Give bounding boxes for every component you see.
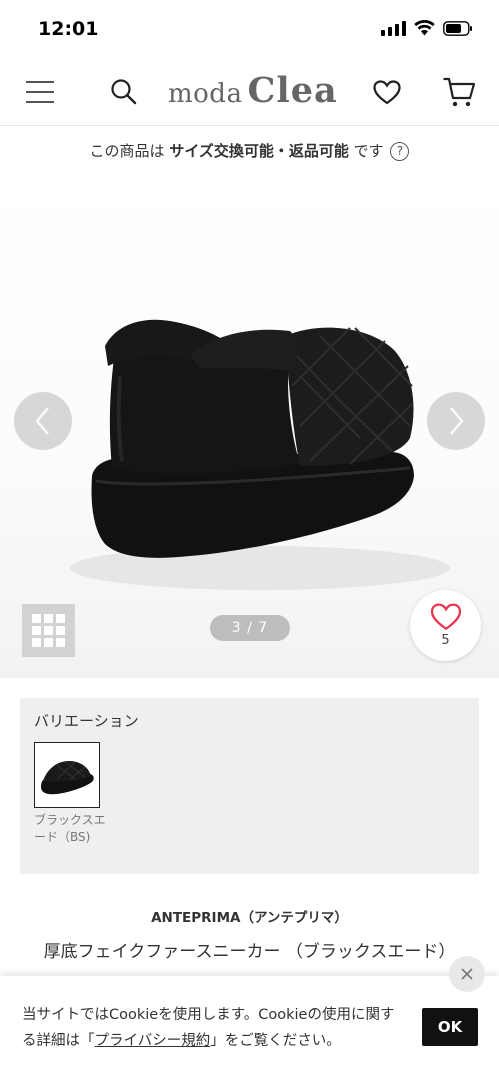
favorite-count: 5 — [441, 633, 450, 648]
signal-icon — [381, 20, 406, 36]
variation-panel: バリエーション ブラックスエード（BS) — [20, 698, 479, 874]
product-image-gallery[interactable]: 3 / 7 5 — [0, 176, 499, 678]
notice-suffix: です — [353, 142, 384, 160]
product-title: 厚底フェイクファースニーカー （ブラックスエード） — [43, 942, 456, 962]
prev-image-button[interactable] — [14, 392, 72, 450]
cart-icon — [443, 77, 476, 107]
cookie-ok-button[interactable]: OK — [422, 1008, 478, 1046]
heart-icon — [373, 79, 401, 104]
search-button[interactable] — [104, 58, 144, 126]
variation-thumbnail[interactable] — [34, 742, 100, 808]
product-page: 12:01 moda Clea この商品は サイズ交換可能・返品可能 です ? … — [0, 0, 499, 1080]
brand-name[interactable]: ANTEPRIMA（アンテプリマ） — [0, 906, 499, 926]
site-logo[interactable]: moda Clea — [168, 70, 338, 111]
hamburger-menu-icon — [26, 81, 54, 103]
battery-icon — [443, 20, 472, 36]
status-bar: 12:01 — [0, 0, 499, 58]
variation-title: バリエーション — [34, 712, 139, 730]
chevron-right-icon — [450, 407, 464, 435]
logo-text-moda: moda — [168, 79, 243, 109]
logo-text-clea: Clea — [247, 70, 338, 111]
heart-outline-icon — [430, 603, 461, 631]
notice-prefix: この商品は — [89, 142, 165, 160]
variation-thumbnail-image — [41, 761, 94, 795]
notice-highlight: サイズ交換可能・返品可能 — [169, 142, 349, 160]
privacy-policy-link[interactable]: プライバシー規約 — [95, 1033, 211, 1049]
search-icon — [111, 79, 137, 105]
cookie-text-after: 」をご覧ください。 — [210, 1033, 341, 1049]
site-header: moda Clea — [0, 58, 499, 126]
grid-view-button[interactable] — [22, 604, 75, 657]
menu-button[interactable] — [20, 58, 60, 126]
variation-label[interactable]: ブラックスエード（BS) — [34, 812, 106, 846]
status-time: 12:01 — [38, 18, 99, 40]
favorite-button[interactable]: 5 — [410, 590, 481, 661]
favorites-button[interactable] — [366, 58, 408, 126]
cookie-text: 当サイトではCookieを使用します。Cookieの使用に関する詳細は「プライバ… — [22, 1002, 408, 1054]
cart-button[interactable] — [438, 58, 480, 126]
close-icon — [461, 968, 473, 980]
return-policy-notice: この商品は サイズ交換可能・返品可能 です ? — [0, 140, 499, 161]
wifi-icon — [414, 20, 435, 36]
question-circle-icon[interactable]: ? — [390, 142, 410, 161]
cookie-banner: 当サイトではCookieを使用します。Cookieの使用に関する詳細は「プライバ… — [0, 956, 499, 1080]
grid-view-icon — [32, 614, 41, 623]
image-counter: 3 / 7 — [210, 615, 290, 641]
chevron-left-icon — [35, 407, 49, 435]
status-icons — [381, 20, 473, 36]
next-image-button[interactable] — [427, 392, 485, 450]
cookie-close-button[interactable] — [449, 956, 485, 992]
